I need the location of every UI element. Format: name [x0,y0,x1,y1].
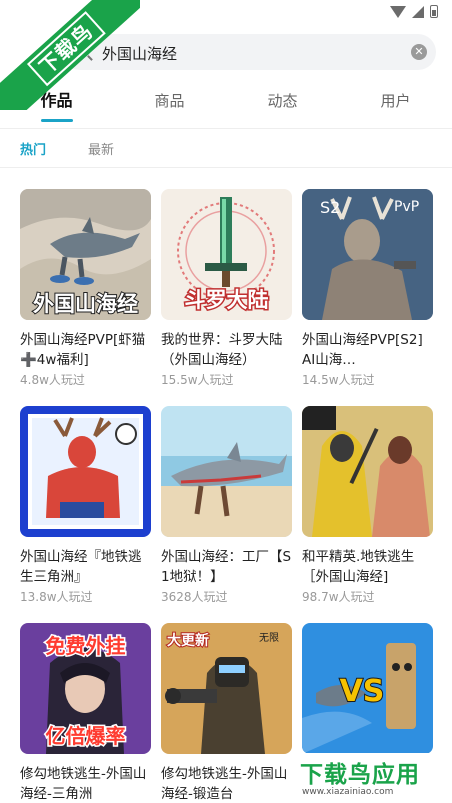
main-tabs: 作品 商品 动态 用户 [0,78,452,124]
thumbnail-caption: 外国山海经 [33,292,138,316]
works-grid: 外国山海经 外国山海经PVP[虾猫➕4w福利] 4.8w人玩过 斗罗大陆 我的世… [20,189,433,803]
work-thumbnail[interactable]: 免费外挂 亿倍爆率 [20,623,151,754]
work-card[interactable]: S2 PvP 外国山海经PVP[S2] AI山海… 14.5w人玩过 [302,189,433,393]
work-title[interactable]: 修勾地铁逃生-外国山海经-三角洲 [20,764,151,803]
play-count: 15.5w人玩过 [161,373,234,387]
work-card[interactable]: 外国山海经：工厂【S1地狱！】 3628人玩过 [161,406,292,610]
clear-icon[interactable]: ✕ [411,44,427,60]
wifi-icon [390,5,406,18]
search-bar[interactable]: 外国山海经 ✕ [62,34,436,70]
watermark-brand: 下载鸟应用 www.xiazainiao.com [296,753,452,803]
thumbnail-caption-left: S2 [320,198,340,217]
watermark-brand-url: www.xiazainiao.com [302,787,394,797]
search-input[interactable]: 外国山海经 [102,43,177,64]
sub-tabs: 热门 最新 [0,128,452,168]
thumbnail-caption-left: 大更新 [167,632,209,649]
thumbnail-caption-right: PvP [394,199,419,215]
work-card[interactable]: 斗罗大陆 我的世界：斗罗大陆（外国山海经） 15.5w人玩过 [161,189,292,393]
status-bar [0,0,452,26]
tab-goods[interactable]: 商品 [113,78,226,124]
tab-works[interactable]: 作品 [0,78,113,124]
tab-dynamics[interactable]: 动态 [226,78,339,124]
work-card[interactable]: 外国山海经 外国山海经PVP[虾猫➕4w福利] 4.8w人玩过 [20,189,151,393]
work-card[interactable]: 免费外挂 亿倍爆率 修勾地铁逃生-外国山海经-三角洲 [20,623,151,803]
work-thumbnail[interactable] [302,406,433,537]
work-card[interactable]: 外国山海经『地铁逃生三角洲』 13.8w人玩过 [20,406,151,610]
work-card[interactable]: 大更新 无限 修勾地铁逃生-外国山海经-锻造台 [161,623,292,803]
thumbnail-caption-top: 免费外挂 [46,634,126,658]
search-icon [76,43,90,57]
work-thumbnail[interactable]: 斗罗大陆 [161,189,292,320]
work-title[interactable]: 外国山海经PVP[虾猫➕4w福利] [20,330,151,370]
work-title[interactable]: 外国山海经『地铁逃生三角洲』 [20,547,151,587]
work-thumbnail[interactable]: 大更新 无限 [161,623,292,754]
thumbnail-caption: VS [340,674,385,709]
work-title[interactable]: 外国山海经：工厂【S1地狱！】 [161,547,292,587]
work-thumbnail[interactable]: VS [302,623,433,754]
subtab-latest[interactable]: 最新 [88,139,114,158]
work-title[interactable]: 和平精英.地铁逃生［外国山海经] [302,547,433,587]
play-count: 4.8w人玩过 [20,373,85,387]
play-count: 3628人玩过 [161,590,228,604]
tab-users[interactable]: 用户 [339,78,452,124]
play-count: 13.8w人玩过 [20,590,93,604]
work-card[interactable]: 和平精英.地铁逃生［外国山海经] 98.7w人玩过 [302,406,433,610]
thumbnail-caption-bottom: 亿倍爆率 [46,724,126,748]
status-icons [390,5,438,18]
work-title[interactable]: 我的世界：斗罗大陆（外国山海经） [161,330,292,370]
signal-icon [412,5,424,18]
work-thumbnail[interactable]: 外国山海经 [20,189,151,320]
battery-icon [430,5,438,18]
play-count: 98.7w人玩过 [302,590,375,604]
thumbnail-caption-right: 无限 [259,632,279,644]
work-thumbnail[interactable]: S2 PvP [302,189,433,320]
work-thumbnail[interactable] [161,406,292,537]
thumbnail-caption: 斗罗大陆 [185,288,269,312]
watermark-brand-title: 下载鸟应用 [300,762,420,788]
work-title[interactable]: 修勾地铁逃生-外国山海经-锻造台 [161,764,292,803]
work-title[interactable]: 外国山海经PVP[S2] AI山海… [302,330,433,370]
work-thumbnail[interactable] [20,406,151,537]
subtab-hot[interactable]: 热门 [20,139,46,158]
play-count: 14.5w人玩过 [302,373,375,387]
